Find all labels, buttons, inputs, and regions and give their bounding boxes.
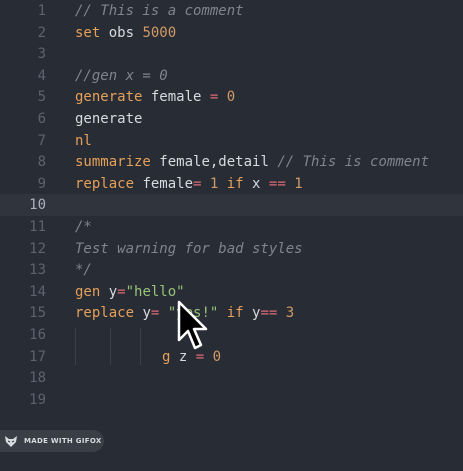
code-token: if	[226, 175, 253, 192]
code-token: y	[108, 283, 118, 300]
code-token: ==	[268, 175, 295, 192]
line-number: 16	[29, 327, 46, 343]
line-number: 2	[37, 24, 46, 41]
line-number: 9	[37, 175, 46, 192]
gifox-badge: MADE WITH GIFOX	[0, 430, 104, 452]
code-text[interactable]: generate	[75, 108, 142, 130]
code-line[interactable]: 15 replace y= "yes!" if y== 3	[0, 302, 463, 324]
code-text[interactable]: gen y="hello"	[75, 281, 185, 303]
line-number: 7	[37, 132, 46, 149]
code-token: generate	[75, 89, 151, 106]
code-token: 1	[209, 175, 227, 192]
code-text[interactable]: // This is a comment	[75, 0, 244, 22]
indent-guide	[140, 328, 141, 366]
line-number: 12	[29, 240, 46, 257]
code-token: summarize	[75, 154, 160, 171]
code-token: female,detail	[159, 154, 278, 171]
indent-guide	[75, 328, 76, 366]
code-line[interactable]: 10	[0, 194, 463, 217]
line-number: 17	[29, 348, 46, 365]
code-token: 1	[294, 175, 303, 192]
line-number: 5	[37, 89, 46, 106]
code-token: 0	[226, 89, 236, 106]
code-line[interactable]: 6 generate	[0, 108, 463, 130]
code-line[interactable]: 13 */	[0, 259, 463, 281]
line-number: 11	[29, 219, 46, 235]
code-line[interactable]: 9 replace female= 1 if x == 1	[0, 173, 463, 195]
line-number: 13	[29, 262, 46, 279]
code-text[interactable]: summarize female,detail // This is comme…	[75, 151, 429, 173]
code-line[interactable]: 2 set obs 5000	[0, 22, 463, 44]
code-token: // This is comment	[277, 154, 430, 171]
line-number: 18	[29, 370, 46, 387]
gifox-label: MADE WITH GIFOX	[24, 437, 102, 445]
code-token: 3	[285, 305, 295, 322]
code-token: if	[226, 305, 253, 322]
code-text[interactable]: /*	[75, 216, 92, 238]
code-text[interactable]: //gen x = 0	[75, 65, 168, 87]
code-line[interactable]: 12 Test warning for bad styles	[0, 238, 463, 260]
code-token: replace	[75, 175, 143, 192]
code-token: generate	[75, 111, 143, 127]
line-number: 14	[29, 283, 46, 300]
line-number: 1	[37, 3, 46, 19]
code-line[interactable]: 5 generate female = 0	[0, 86, 463, 108]
code-token: =	[117, 283, 126, 300]
fox-icon	[5, 436, 17, 447]
code-line[interactable]: 1 // This is a comment	[0, 0, 463, 22]
line-number: 6	[37, 111, 46, 127]
code-line[interactable]: 7 nl	[0, 130, 463, 152]
line-number: 3	[37, 46, 46, 63]
code-editor[interactable]: 1 // This is a comment 2 set obs 5000 3 4 //ge…	[0, 0, 463, 420]
code-token: female	[142, 175, 194, 192]
code-line[interactable]: 3	[0, 43, 463, 65]
code-token: 5000	[142, 24, 177, 41]
code-token: "hello"	[125, 283, 185, 300]
code-token: obs	[108, 24, 143, 41]
mouse-pointer-icon	[177, 300, 208, 350]
code-token: =	[193, 175, 210, 192]
code-line[interactable]: 17 g z = 0	[0, 346, 463, 368]
code-token: nl	[75, 132, 92, 149]
code-token: 0	[212, 348, 222, 365]
line-number: 8	[37, 154, 46, 171]
code-line[interactable]: 4 //gen x = 0	[0, 65, 463, 87]
code-token: =	[209, 89, 227, 106]
code-token: x	[252, 175, 269, 192]
indent-guide	[110, 328, 111, 366]
code-token: /*	[75, 219, 92, 235]
code-token: female	[150, 89, 210, 106]
line-number: 19	[29, 391, 46, 408]
code-line[interactable]: 16	[0, 324, 463, 346]
code-line[interactable]: 18	[0, 367, 463, 389]
line-number: 15	[29, 305, 46, 322]
code-token: set	[75, 24, 109, 41]
code-token: //gen x = 0	[75, 67, 168, 84]
code-token: =	[150, 305, 168, 322]
code-token: y	[142, 305, 151, 322]
code-text[interactable]: */	[75, 259, 92, 281]
code-token: // This is a comment	[75, 3, 244, 19]
code-text[interactable]: replace female= 1 if x == 1	[75, 173, 303, 195]
code-token: gen	[75, 283, 109, 300]
code-text[interactable]: set obs 5000	[75, 22, 176, 44]
code-text[interactable]: generate female = 0	[75, 86, 235, 108]
code-token: replace	[75, 305, 143, 322]
line-number: 10	[29, 197, 46, 214]
code-token: Test warning for bad styles	[75, 240, 303, 257]
code-token: */	[75, 262, 92, 279]
line-number: 4	[37, 67, 46, 84]
code-token: ==	[260, 305, 286, 322]
code-line[interactable]: 11 /*	[0, 216, 463, 238]
code-line[interactable]: 19	[0, 389, 463, 411]
code-text[interactable]: nl	[75, 130, 92, 152]
code-line[interactable]: 8 summarize female,detail // This is comm…	[0, 151, 463, 173]
code-text[interactable]: Test warning for bad styles	[75, 238, 303, 260]
code-line[interactable]: 14 gen y="hello"	[0, 281, 463, 303]
